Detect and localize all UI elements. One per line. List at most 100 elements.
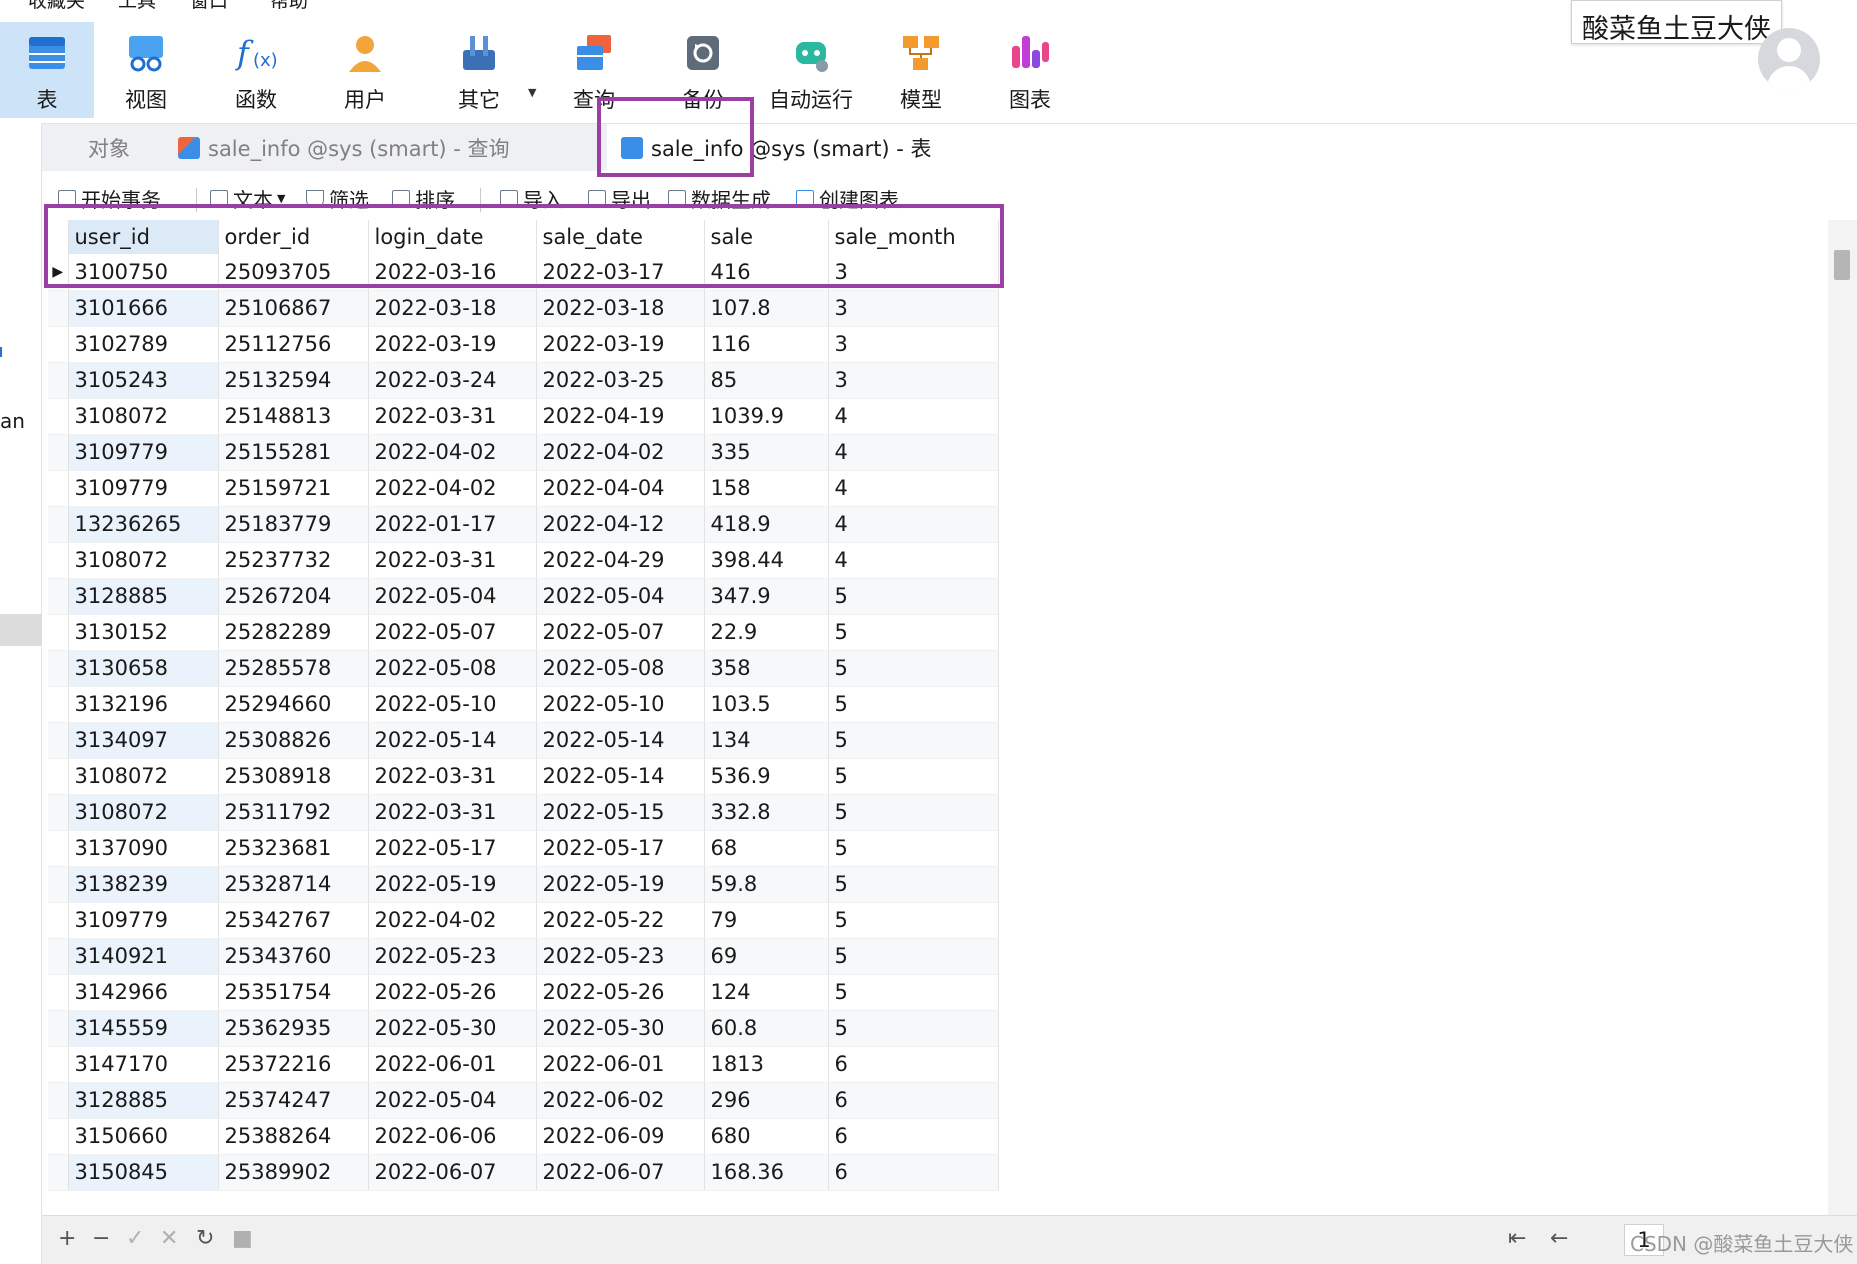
cell-login-date[interactable]: 2022-03-19: [368, 326, 537, 363]
cell-order-id[interactable]: 25294660: [218, 686, 369, 723]
delete-record-button[interactable]: −: [92, 1226, 110, 1251]
cell-login-date[interactable]: 2022-05-17: [368, 830, 537, 867]
import-button[interactable]: 导入: [500, 184, 563, 213]
cell-login-date[interactable]: 2022-06-07: [368, 1154, 537, 1191]
cell-sale-month[interactable]: 4: [828, 398, 999, 435]
cell-sale-month[interactable]: 5: [828, 758, 999, 795]
cell-order-id[interactable]: 25372216: [218, 1046, 369, 1083]
table-row[interactable]: 3108072 25308918 2022-03-31 2022-05-14 536.9…: [48, 758, 999, 795]
cell-sale-date[interactable]: 2022-04-12: [536, 506, 705, 543]
cell-sale[interactable]: 398.44: [704, 542, 829, 579]
table-row[interactable]: 3108072 25237732 2022-03-31 2022-04-29 398.4…: [48, 542, 999, 579]
cell-login-date[interactable]: 2022-05-23: [368, 938, 537, 975]
row-indicator[interactable]: [48, 434, 69, 471]
cell-user-id[interactable]: 3109779: [68, 470, 219, 507]
cell-user-id[interactable]: 3105243: [68, 362, 219, 399]
cell-sale[interactable]: 79: [704, 902, 829, 939]
row-indicator[interactable]: [48, 290, 69, 327]
cell-login-date[interactable]: 2022-05-04: [368, 1082, 537, 1119]
row-indicator[interactable]: [48, 326, 69, 363]
cell-sale-month[interactable]: 3: [828, 290, 999, 327]
cell-sale-date[interactable]: 2022-05-08: [536, 650, 705, 687]
cell-sale-month[interactable]: 4: [828, 542, 999, 579]
cell-user-id[interactable]: 3108072: [68, 398, 219, 435]
cell-sale-month[interactable]: 5: [828, 794, 999, 831]
cell-user-id[interactable]: 3128885: [68, 1082, 219, 1119]
menu-favorites[interactable]: 收藏夹: [28, 0, 85, 13]
cell-user-id[interactable]: 3101666: [68, 290, 219, 327]
ribbon-table-button[interactable]: 表: [0, 22, 94, 118]
column-header-sale-date[interactable]: sale_date: [536, 220, 705, 254]
cell-login-date[interactable]: 2022-01-17: [368, 506, 537, 543]
cell-sale-date[interactable]: 2022-06-02: [536, 1082, 705, 1119]
cell-login-date[interactable]: 2022-03-31: [368, 542, 537, 579]
ribbon-user-button[interactable]: 用户: [318, 22, 412, 118]
cell-login-date[interactable]: 2022-03-16: [368, 254, 537, 291]
cell-user-id[interactable]: 3102789: [68, 326, 219, 363]
tab-objects[interactable]: 对象: [88, 124, 130, 172]
cell-sale[interactable]: 68: [704, 830, 829, 867]
cell-user-id[interactable]: 3132196: [68, 686, 219, 723]
cell-sale-month[interactable]: 6: [828, 1046, 999, 1083]
cell-order-id[interactable]: 25311792: [218, 794, 369, 831]
table-row[interactable]: 3130152 25282289 2022-05-07 2022-05-07 22.9 5: [48, 614, 999, 651]
scrollbar-thumb[interactable]: [1834, 250, 1850, 280]
cell-sale-date[interactable]: 2022-06-09: [536, 1118, 705, 1155]
cell-sale-month[interactable]: 6: [828, 1118, 999, 1155]
cell-sale[interactable]: 347.9: [704, 578, 829, 615]
cell-sale-month[interactable]: 4: [828, 470, 999, 507]
cell-order-id[interactable]: 25237732: [218, 542, 369, 579]
cell-sale-date[interactable]: 2022-05-14: [536, 758, 705, 795]
cell-sale-month[interactable]: 3: [828, 254, 999, 291]
cell-sale[interactable]: 124: [704, 974, 829, 1011]
cell-user-id[interactable]: 3150660: [68, 1118, 219, 1155]
cell-sale[interactable]: 59.8: [704, 866, 829, 903]
cell-user-id[interactable]: 3108072: [68, 542, 219, 579]
table-row[interactable]: 3109779 25159721 2022-04-02 2022-04-04 158 4: [48, 470, 999, 507]
row-indicator[interactable]: [48, 1010, 69, 1047]
table-row[interactable]: 3109779 25155281 2022-04-02 2022-04-02 335 4: [48, 434, 999, 471]
cell-login-date[interactable]: 2022-03-31: [368, 398, 537, 435]
ribbon-function-button[interactable]: f (x) 函数: [209, 22, 303, 118]
cell-login-date[interactable]: 2022-04-02: [368, 434, 537, 471]
cell-sale-date[interactable]: 2022-05-04: [536, 578, 705, 615]
cell-order-id[interactable]: 25328714: [218, 866, 369, 903]
text-button[interactable]: 文本 ▼: [210, 184, 285, 213]
cell-sale-date[interactable]: 2022-05-10: [536, 686, 705, 723]
table-row[interactable]: 3101666 25106867 2022-03-18 2022-03-18 107.8…: [48, 290, 999, 327]
cell-login-date[interactable]: 2022-04-02: [368, 902, 537, 939]
cell-sale[interactable]: 418.9: [704, 506, 829, 543]
ribbon-automation-button[interactable]: 自动运行: [764, 22, 858, 118]
cell-order-id[interactable]: 25159721: [218, 470, 369, 507]
filter-button[interactable]: 筛选: [306, 184, 369, 213]
row-indicator[interactable]: [48, 722, 69, 759]
cell-sale-month[interactable]: 5: [828, 578, 999, 615]
previous-page-button[interactable]: ←: [1550, 1226, 1568, 1251]
cell-order-id[interactable]: 25308826: [218, 722, 369, 759]
cell-login-date[interactable]: 2022-03-31: [368, 794, 537, 831]
table-row[interactable]: 3132196 25294660 2022-05-10 2022-05-10 103.5…: [48, 686, 999, 723]
cell-sale-month[interactable]: 5: [828, 1010, 999, 1047]
cell-user-id[interactable]: 3128885: [68, 578, 219, 615]
cell-sale-date[interactable]: 2022-05-22: [536, 902, 705, 939]
cell-order-id[interactable]: 25112756: [218, 326, 369, 363]
cell-sale-date[interactable]: 2022-05-17: [536, 830, 705, 867]
row-indicator[interactable]: [48, 398, 69, 435]
cell-login-date[interactable]: 2022-03-24: [368, 362, 537, 399]
cell-sale[interactable]: 1039.9: [704, 398, 829, 435]
cell-sale-date[interactable]: 2022-05-23: [536, 938, 705, 975]
ribbon-query-button[interactable]: 查询: [547, 22, 641, 118]
table-row[interactable]: 3145559 25362935 2022-05-30 2022-05-30 60.8 5: [48, 1010, 999, 1047]
cell-sale[interactable]: 69: [704, 938, 829, 975]
cell-order-id[interactable]: 25362935: [218, 1010, 369, 1047]
cell-sale[interactable]: 22.9: [704, 614, 829, 651]
avatar[interactable]: [1758, 28, 1820, 90]
begin-transaction-button[interactable]: 开始事务: [58, 184, 161, 213]
table-row[interactable]: 3138239 25328714 2022-05-19 2022-05-19 59.8 5: [48, 866, 999, 903]
row-indicator[interactable]: [48, 1082, 69, 1119]
cell-user-id[interactable]: 3140921: [68, 938, 219, 975]
cell-user-id[interactable]: 3100750: [68, 254, 219, 291]
cell-login-date[interactable]: 2022-03-18: [368, 290, 537, 327]
cell-login-date[interactable]: 2022-05-19: [368, 866, 537, 903]
row-indicator[interactable]: [48, 1118, 69, 1155]
